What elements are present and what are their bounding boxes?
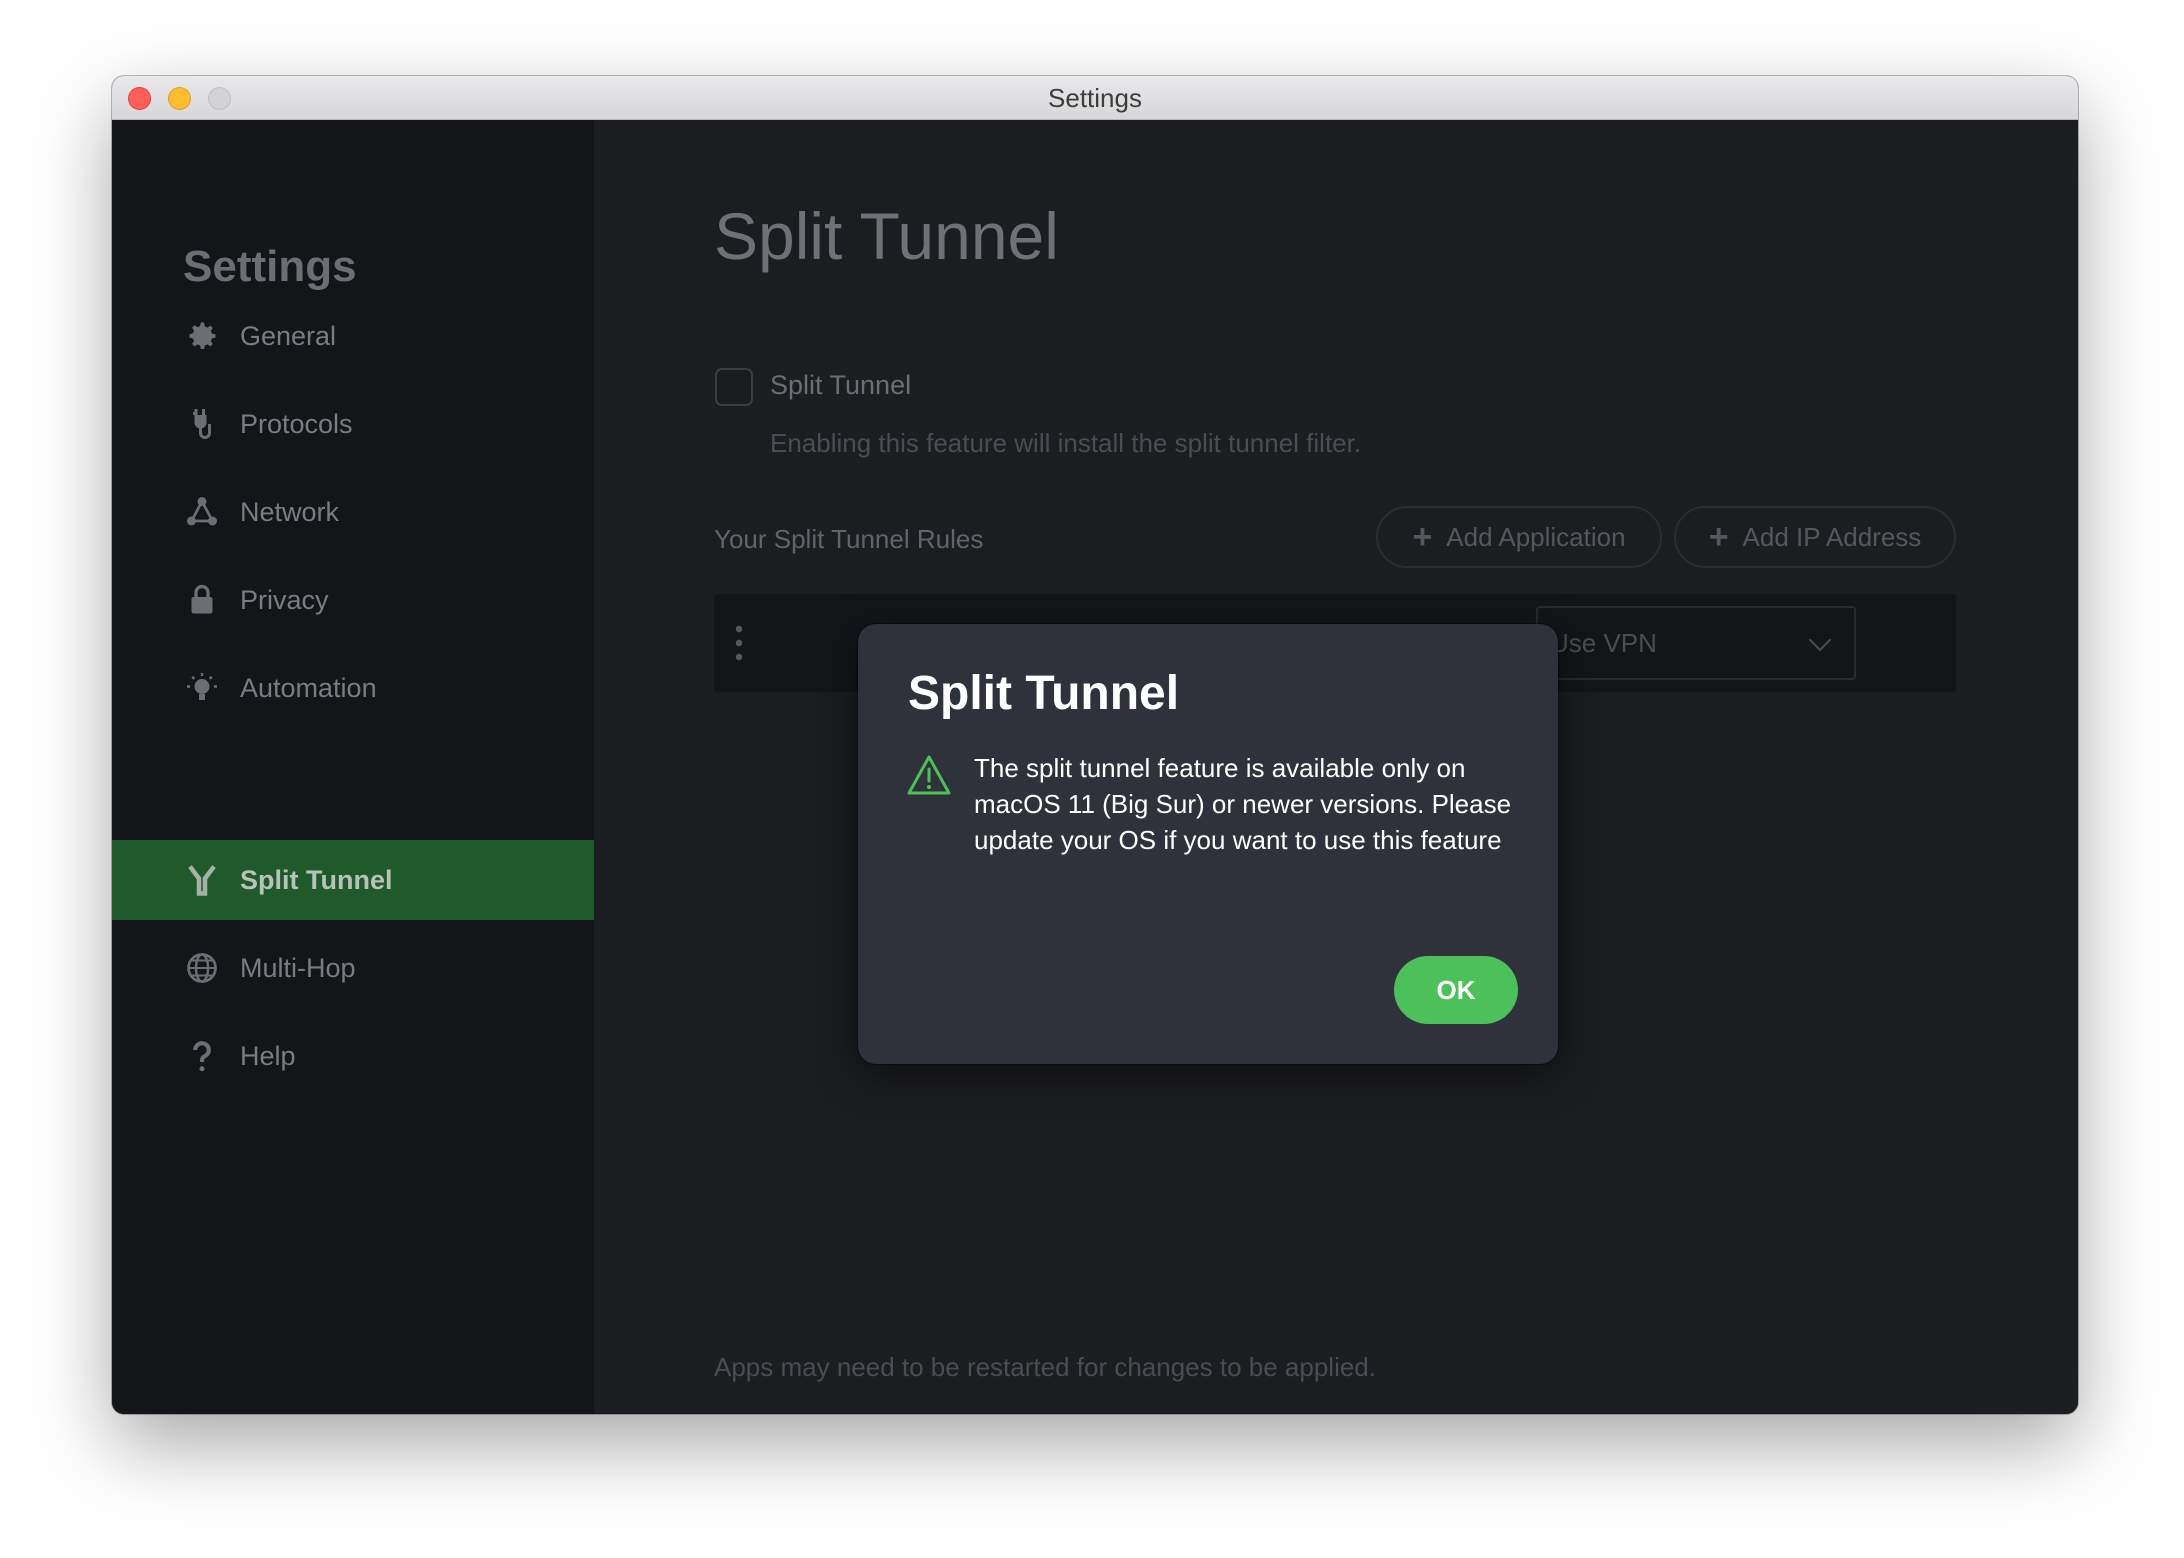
settings-window: Settings Settings General Protocols Netw… [112,76,2078,1414]
sidebar-title: Settings [183,242,357,291]
split-tunnel-checkbox[interactable] [715,368,753,406]
network-icon [182,492,222,532]
rules-section-label: Your Split Tunnel Rules [714,524,984,554]
page-title: Split Tunnel [714,199,1059,273]
sidebar-item-label: General [240,320,337,351]
sidebar-item-protocols[interactable]: Protocols [112,384,594,464]
lightbulb-icon [182,668,222,708]
plug-icon [182,404,222,444]
gear-icon [182,316,222,356]
title-bar: Settings [112,76,2078,120]
alert-dialog: Split Tunnel The split tunnel feature is… [858,624,1558,1064]
add-application-button[interactable]: + Add Application [1376,506,1662,568]
add-ip-address-label: Add IP Address [1742,521,1922,552]
restart-note: Apps may need to be restarted for change… [714,1352,1376,1382]
add-ip-address-button[interactable]: + Add IP Address [1674,506,1956,568]
sidebar-item-label: Automation [240,672,377,703]
sidebar-item-general[interactable]: General [112,296,594,376]
sidebar-item-label: Help [240,1040,296,1071]
sidebar-item-multi-hop[interactable]: Multi-Hop [112,928,594,1008]
drag-handle-icon[interactable] [736,622,742,664]
sidebar-item-network[interactable]: Network [112,472,594,552]
chevron-down-icon [1808,628,1832,652]
ok-button[interactable]: OK [1394,956,1518,1024]
sidebar-item-privacy[interactable]: Privacy [112,560,594,640]
sidebar-item-label: Privacy [240,584,329,615]
warning-icon [907,755,951,795]
add-application-label: Add Application [1446,521,1626,552]
window-title: Settings [1048,83,1142,113]
sidebar-item-label: Split Tunnel [240,864,393,895]
sidebar-item-help[interactable]: Help [112,1016,594,1096]
plus-icon: + [1708,517,1729,556]
split-tunnel-checkbox-label: Split Tunnel [770,370,912,400]
rule-mode-select[interactable]: Use VPN [1536,606,1856,680]
split-icon [182,860,222,900]
dialog-message: The split tunnel feature is available on… [974,753,1512,855]
sidebar: Settings General Protocols Network Priva… [112,120,594,1414]
sidebar-item-automation[interactable]: Automation [112,648,594,728]
split-tunnel-description: Enabling this feature will install the s… [770,428,1362,458]
globe-icon [182,948,222,988]
sidebar-item-label: Network [240,496,340,527]
sidebar-item-split-tunnel[interactable]: Split Tunnel [112,840,594,920]
sidebar-item-label: Multi-Hop [240,952,356,983]
dialog-title: Split Tunnel [908,667,1180,720]
plus-icon: + [1412,517,1433,556]
question-icon [182,1036,222,1076]
rule-mode-value: Use VPN [1550,627,1657,658]
lock-icon [182,580,222,620]
sidebar-item-label: Protocols [240,408,353,439]
